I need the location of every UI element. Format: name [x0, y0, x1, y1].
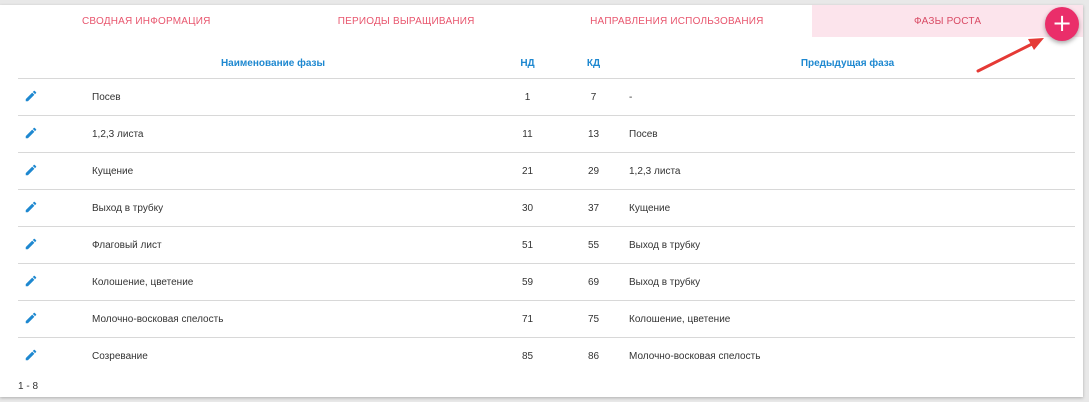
phase-kd: 7 — [567, 78, 620, 116]
edit-cell — [18, 338, 58, 375]
phase-nd: 85 — [521, 350, 534, 362]
edit-icon[interactable] — [24, 237, 38, 251]
phase-nd: 1 — [488, 78, 567, 116]
phase-kd: 55 — [567, 226, 620, 264]
phase-nd: 71 — [488, 300, 567, 338]
header-kd[interactable]: КД — [567, 48, 620, 79]
edit-icon[interactable] — [24, 126, 38, 140]
phase-kd: 75 — [567, 300, 620, 338]
tab-summary[interactable]: Сводная информация — [0, 5, 271, 37]
previous-phase: Молочно-восковая спелость — [629, 350, 761, 362]
previous-phase: Выход в трубку — [620, 226, 1075, 264]
phase-kd: 86 — [587, 350, 600, 362]
phase-nd: 21 — [488, 152, 567, 190]
phase-nd: 59 — [488, 263, 567, 301]
phase-kd: 37 — [567, 189, 620, 227]
phase-name: 1,2,3 листа — [58, 115, 488, 153]
tab-bar: Сводная информация Периоды выращивания Н… — [0, 5, 1083, 37]
phase-nd: 30 — [488, 189, 567, 227]
phase-name: Кущение — [58, 152, 488, 190]
header-phase-name[interactable]: Наименование фазы — [58, 48, 488, 79]
edit-cell — [18, 189, 58, 227]
edit-icon[interactable] — [24, 274, 38, 288]
red-arrow-annotation — [976, 38, 1044, 73]
phase-name: Колошение, цветение — [58, 263, 488, 301]
main-card: Сводная информация Периоды выращивания Н… — [0, 5, 1083, 397]
phase-kd: 13 — [567, 115, 620, 153]
edit-cell — [18, 152, 58, 190]
add-button[interactable]: + — [1045, 7, 1079, 41]
header-edit — [18, 48, 58, 79]
previous-phase: Колошение, цветение — [620, 300, 1075, 338]
phase-name: Молочно-восковая спелость — [58, 300, 488, 338]
phase-kd: 29 — [567, 152, 620, 190]
edit-icon[interactable] — [24, 200, 38, 214]
table-row: Колошение, цветение 59 69 Выход в трубку — [18, 263, 1075, 301]
table-row: Посев 1 7- — [18, 78, 1075, 116]
edit-cell — [18, 115, 58, 153]
edit-icon[interactable] — [24, 348, 38, 362]
edit-cell — [18, 263, 58, 301]
edit-icon[interactable] — [24, 89, 38, 103]
phase-nd: 11 — [488, 115, 567, 153]
edit-cell — [18, 300, 58, 338]
table-row: Кущение 21 29 1,2,3 листа — [18, 152, 1075, 190]
plus-icon: + — [1051, 9, 1073, 37]
phase-kd: 69 — [567, 263, 620, 301]
phase-name: Выход в трубку — [58, 189, 488, 227]
tab-usage-directions[interactable]: Направления использования — [542, 5, 813, 37]
edit-icon[interactable] — [24, 311, 38, 325]
previous-phase: Выход в трубку — [620, 263, 1075, 301]
table-row: Созревание 85 86 Молочно-восковая спелость — [18, 338, 1075, 375]
header-nd[interactable]: НД — [488, 48, 567, 79]
pagination-range: 1 - 8 — [18, 381, 39, 392]
phase-name: Посев — [58, 78, 488, 116]
phase-name: Флаговый лист — [58, 226, 488, 264]
growth-phases-table: Наименование фазы НД КД Предыдущая фаза … — [18, 48, 1075, 374]
table-row: Выход в трубку 30 37 Кущение — [18, 189, 1075, 227]
previous-phase: 1,2,3 листа — [620, 152, 1075, 190]
edit-icon[interactable] — [24, 163, 38, 177]
phase-nd: 51 — [488, 226, 567, 264]
table-row: Флаговый лист 51 55 Выход в трубку — [18, 226, 1075, 264]
table-header-row: Наименование фазы НД КД Предыдущая фаза — [18, 48, 1075, 79]
previous-phase: - — [620, 78, 1075, 116]
edit-cell — [18, 226, 58, 264]
table-row: Молочно-восковая спелость 71 75 Колошение, … — [18, 300, 1075, 338]
edit-cell — [18, 78, 58, 116]
previous-phase: Кущение — [620, 189, 1075, 227]
phase-name: Созревание — [92, 350, 148, 362]
table-row: 1,2,3 листа 11 13 Посев — [18, 115, 1075, 153]
previous-phase: Посев — [620, 115, 1075, 153]
tab-growing-periods[interactable]: Периоды выращивания — [271, 5, 542, 37]
